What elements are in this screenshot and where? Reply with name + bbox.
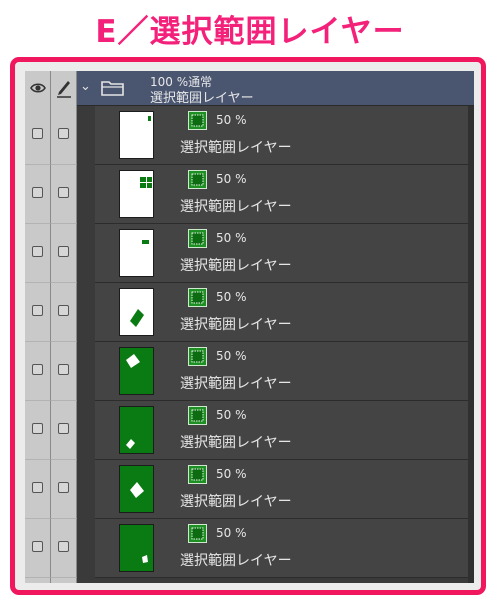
selection-layer-icon — [188, 347, 207, 366]
scrollbar[interactable] — [468, 106, 474, 583]
layer-name: 選択範囲レイヤー — [180, 553, 292, 569]
selection-layer-icon — [188, 406, 207, 425]
layer-opacity: 50 % — [216, 231, 247, 245]
layer-opacity: 50 % — [216, 172, 247, 186]
highlight-frame: ⌄ 100 %通常 選択範囲レイヤー 50 % 選択範囲レイヤー 50 % 選択… — [10, 57, 486, 595]
layer-edit-toggle[interactable] — [51, 342, 77, 401]
layer-thumbnail — [119, 229, 154, 277]
folder-visibility-toggle[interactable] — [25, 71, 51, 106]
selection-layer-icon — [188, 111, 207, 130]
layer-name: 選択範囲レイヤー — [180, 435, 292, 451]
layer-thumbnail — [119, 347, 154, 395]
folder-icon — [101, 81, 124, 96]
layer-visibility-toggle[interactable] — [25, 460, 51, 519]
layer-thumbnail — [119, 288, 154, 336]
visibility-checkbox[interactable] — [32, 246, 43, 257]
layer-opacity: 50 % — [216, 113, 247, 127]
visibility-checkbox[interactable] — [32, 128, 43, 139]
layer-edit-toggle[interactable] — [51, 283, 77, 342]
layer-row[interactable]: 50 % 選択範囲レイヤー — [25, 165, 474, 224]
selection-layer-icon — [188, 465, 207, 484]
layer-row[interactable]: 50 % 選択範囲レイヤー — [25, 224, 474, 283]
edit-checkbox[interactable] — [58, 128, 69, 139]
page-title: E／選択範囲レイヤー — [95, 14, 405, 50]
layer-thumbnail — [119, 111, 154, 159]
layer-edit-toggle[interactable] — [51, 401, 77, 460]
edit-checkbox[interactable] — [58, 541, 69, 552]
visibility-checkbox[interactable] — [32, 305, 43, 316]
layer-name: 選択範囲レイヤー — [180, 199, 292, 215]
edit-checkbox[interactable] — [58, 305, 69, 316]
layer-visibility-toggle[interactable] — [25, 165, 51, 224]
layer-row[interactable]: 50 % 選択範囲レイヤー — [25, 342, 474, 401]
layer-row[interactable]: 50 % 選択範囲レイヤー — [25, 106, 474, 165]
pen-icon — [57, 81, 71, 98]
layer-row[interactable]: 50 % 選択範囲レイヤー — [25, 519, 474, 578]
layer-visibility-toggle[interactable] — [25, 224, 51, 283]
selection-layer-icon — [188, 229, 207, 248]
layer-row[interactable]: 50 % 選択範囲レイヤー — [25, 460, 474, 519]
layer-thumbnail — [119, 524, 154, 572]
layer-thumbnail — [119, 170, 154, 218]
visibility-checkbox[interactable] — [32, 423, 43, 434]
layer-visibility-toggle[interactable] — [25, 519, 51, 578]
layer-name: 選択範囲レイヤー — [180, 258, 292, 274]
layer-item[interactable]: 50 % 選択範囲レイヤー — [95, 283, 474, 342]
edit-checkbox[interactable] — [58, 246, 69, 257]
folder-name: 選択範囲レイヤー — [150, 91, 254, 106]
layer-edit-toggle[interactable] — [51, 519, 77, 578]
edit-checkbox[interactable] — [58, 482, 69, 493]
visibility-checkbox[interactable] — [32, 541, 43, 552]
layer-name: 選択範囲レイヤー — [180, 494, 292, 510]
layer-opacity: 50 % — [216, 526, 247, 540]
layer-item[interactable]: 50 % 選択範囲レイヤー — [95, 342, 474, 401]
eye-icon — [30, 83, 46, 93]
layer-row[interactable]: 50 % 選択範囲レイヤー — [25, 283, 474, 342]
selection-layer-icon — [188, 288, 207, 307]
edit-checkbox[interactable] — [58, 364, 69, 375]
layer-visibility-toggle[interactable] — [25, 283, 51, 342]
layer-opacity: 50 % — [216, 408, 247, 422]
layer-item[interactable]: 50 % 選択範囲レイヤー — [95, 519, 474, 578]
selection-layer-icon — [188, 524, 207, 543]
layer-item[interactable]: 50 % 選択範囲レイヤー — [95, 165, 474, 224]
layer-opacity: 50 % — [216, 290, 247, 304]
chevron-down-icon[interactable]: ⌄ — [80, 79, 91, 94]
layer-edit-toggle[interactable] — [51, 165, 77, 224]
layer-opacity: 50 % — [216, 467, 247, 481]
layer-panel: ⌄ 100 %通常 選択範囲レイヤー 50 % 選択範囲レイヤー 50 % 選択… — [25, 71, 474, 583]
layer-row[interactable]: 50 % 選択範囲レイヤー — [25, 401, 474, 460]
layer-item[interactable]: 50 % 選択範囲レイヤー — [95, 106, 474, 165]
layer-visibility-toggle[interactable] — [25, 342, 51, 401]
layer-name: 選択範囲レイヤー — [180, 376, 292, 392]
layer-edit-toggle[interactable] — [51, 106, 77, 165]
layer-name: 選択範囲レイヤー — [180, 317, 292, 333]
edit-checkbox[interactable] — [58, 423, 69, 434]
layer-name: 選択範囲レイヤー — [180, 140, 292, 156]
layer-thumbnail — [119, 465, 154, 513]
visibility-checkbox[interactable] — [32, 364, 43, 375]
layer-edit-toggle[interactable] — [51, 460, 77, 519]
layer-item[interactable]: 50 % 選択範囲レイヤー — [95, 401, 474, 460]
edit-checkbox[interactable] — [58, 187, 69, 198]
visibility-checkbox[interactable] — [32, 482, 43, 493]
layer-thumbnail — [119, 406, 154, 454]
visibility-checkbox[interactable] — [32, 187, 43, 198]
layer-visibility-toggle[interactable] — [25, 106, 51, 165]
layer-folder-row[interactable]: ⌄ 100 %通常 選択範囲レイヤー — [25, 71, 474, 106]
layer-item[interactable]: 50 % 選択範囲レイヤー — [95, 460, 474, 519]
layer-visibility-toggle[interactable] — [25, 401, 51, 460]
folder-edit-toggle[interactable] — [51, 71, 77, 106]
layer-edit-toggle[interactable] — [51, 224, 77, 283]
selection-layer-icon — [188, 170, 207, 189]
layer-item[interactable]: 50 % 選択範囲レイヤー — [95, 224, 474, 283]
layer-opacity: 50 % — [216, 349, 247, 363]
